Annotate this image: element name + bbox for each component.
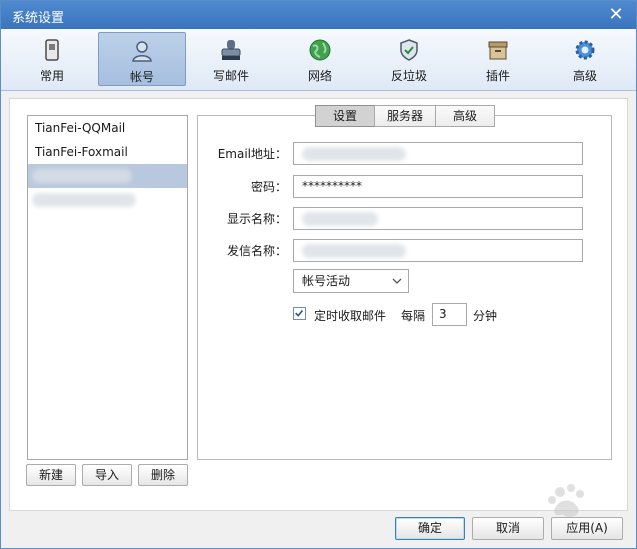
ok-button[interactable]: 确定 [395,517,465,540]
list-item[interactable]: TianFei-QQMail [28,116,187,140]
tool-plugins[interactable]: 插件 [455,32,541,86]
watermark-logo [548,484,584,517]
tool-network[interactable]: 网络 [277,32,363,86]
delete-button[interactable]: 删除 [138,464,188,486]
tool-antispam[interactable]: 反垃圾 [366,32,452,86]
tool-account[interactable]: 帐号 [98,32,186,86]
list-item[interactable] [28,188,187,212]
tool-network-label: 网络 [307,69,332,83]
tool-general[interactable]: 常用 [9,32,95,86]
interval-input[interactable]: 3 [432,303,467,326]
close-icon[interactable]: ✕ [606,5,626,25]
stamp-icon [221,40,241,60]
redacted-text [302,244,406,258]
new-account-button[interactable]: 新建 [26,464,76,486]
tool-antispam-label: 反垃圾 [390,69,427,83]
tool-general-label: 常用 [39,69,64,83]
category-toolbar: 常用 帐号 写邮件 网络 反垃圾 插件 高级 [1,29,636,91]
redacted-text [32,169,132,183]
tool-compose-label: 写邮件 [212,69,249,83]
checkmark-icon [295,310,304,317]
password-field[interactable]: ********** [293,175,583,198]
email-field[interactable] [293,142,583,165]
chevron-down-icon [392,278,402,284]
box-icon [488,41,508,60]
phone-icon [45,39,59,61]
gear-icon [575,40,595,60]
shield-icon [400,39,418,61]
interval-unit: 分钟 [473,309,498,323]
title-bar: 系统设置 ✕ [1,1,636,29]
password-label: 密码： [250,180,287,194]
auto-fetch-checkbox[interactable] [293,307,306,320]
tab-server[interactable]: 服务器 [374,105,436,127]
person-icon [132,41,152,62]
interval-prefix: 每隔 [401,309,426,323]
sender-name-label: 发信名称： [226,244,287,258]
redacted-text [302,212,378,226]
tab-advanced[interactable]: 高级 [435,105,495,127]
tool-advanced-label: 高级 [572,69,597,83]
auto-fetch-label: 定时收取邮件 [314,309,387,323]
account-status-select[interactable]: 帐号活动 [293,269,409,293]
tool-account-label: 帐号 [129,70,154,84]
settings-window: 系统设置 ✕ 常用 帐号 写邮件 网络 反垃圾 插件 高级 TianFei-QQ… [0,0,637,549]
tab-settings[interactable]: 设置 [315,105,375,127]
tool-plugins-label: 插件 [485,69,510,83]
account-status-value: 帐号活动 [302,274,351,288]
email-label: Email地址： [217,147,287,161]
list-item[interactable]: TianFei-Foxmail [28,140,187,164]
account-list[interactable]: TianFei-QQMail TianFei-Foxmail [27,115,188,460]
tool-compose[interactable]: 写邮件 [188,32,274,86]
list-item-selected[interactable] [28,164,187,188]
sender-name-field[interactable] [293,239,583,262]
tool-advanced[interactable]: 高级 [542,32,628,86]
window-title: 系统设置 [12,11,65,26]
redacted-text [32,193,136,207]
globe-icon [309,39,331,61]
import-button[interactable]: 导入 [82,464,132,486]
display-name-field[interactable] [293,207,583,230]
display-name-label: 显示名称： [226,212,287,226]
redacted-text [302,147,406,161]
